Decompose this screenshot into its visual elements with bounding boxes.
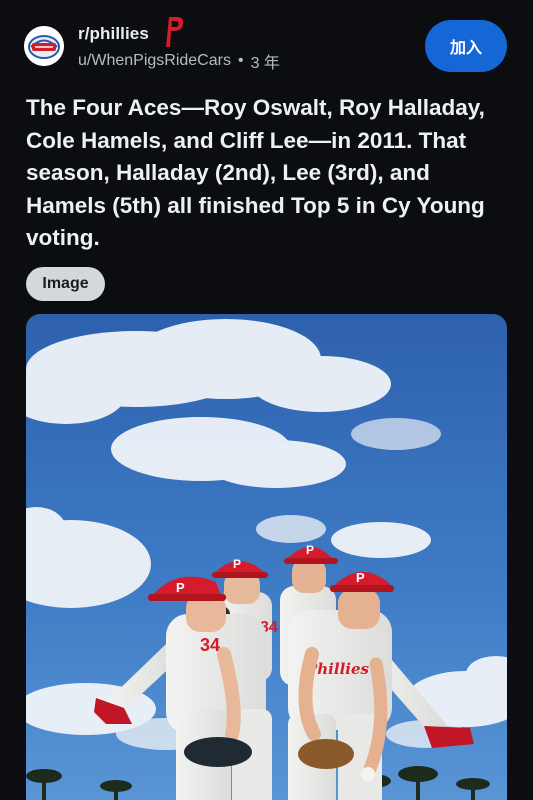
author-name[interactable]: u/WhenPigsRideCars (78, 52, 231, 70)
post-meta: r/phillies u/WhenPigsRideCars • 3 年 (78, 17, 280, 78)
phillies-logo-icon (24, 26, 64, 66)
cap-letter: P (356, 570, 365, 585)
cap-letter: P (233, 557, 241, 571)
post-screen: r/phillies u/WhenPigsRideCars • 3 年 加入 T… (0, 0, 533, 800)
subreddit-name[interactable]: r/phillies (78, 24, 149, 44)
cap-letter: P (176, 580, 185, 595)
jersey-number: 34 (200, 635, 220, 655)
post-title[interactable]: The Four Aces—Roy Oswalt, Roy Halladay, … (26, 92, 508, 255)
cap-letter: P (306, 543, 314, 557)
phillies-p-icon (165, 17, 184, 47)
post-age: 3 年 (250, 55, 280, 72)
join-button[interactable]: 加入 (425, 20, 507, 72)
post-image[interactable]: P 34 P P 34 P Phillies (26, 314, 507, 800)
subreddit-avatar[interactable] (24, 26, 64, 66)
meta-separator: • (237, 52, 244, 69)
image-badge: Image (26, 267, 105, 301)
post-image-illustration: P 34 P P 34 P Phillies (26, 314, 507, 800)
author-row: u/WhenPigsRideCars • 3 年 (78, 49, 280, 73)
subreddit-row: r/phillies (78, 17, 280, 47)
